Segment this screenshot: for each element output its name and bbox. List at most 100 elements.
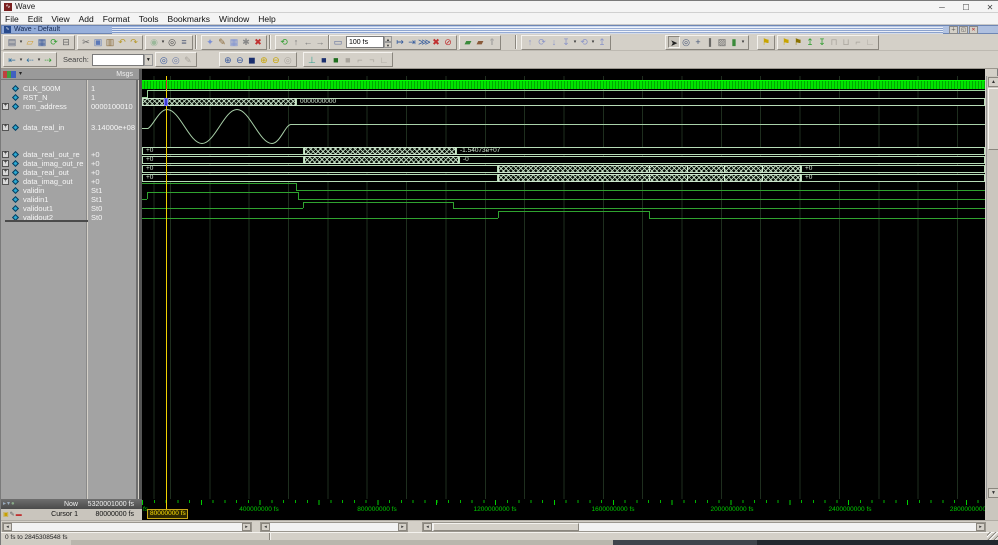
cursor-sync-icon[interactable]: ● (11, 500, 15, 508)
memory-icon[interactable]: ▦ (228, 36, 240, 48)
menu-tools[interactable]: Tools (139, 14, 159, 24)
pane-close-button[interactable]: ✕ (969, 26, 978, 34)
zoom-in-icon[interactable]: ⊕ (222, 54, 234, 66)
expand-icon[interactable]: + (2, 178, 9, 185)
scroll-up-icon[interactable]: ▲ (988, 77, 998, 87)
view-signals-icon[interactable]: ⊥ (306, 54, 318, 66)
wave-vertical-scrollbar[interactable]: ▲ ▼ (986, 76, 998, 499)
paste-icon[interactable]: ▥ (104, 36, 116, 48)
signal-row-clk-500m[interactable]: CLK_500M (1, 84, 86, 93)
run-length-icon[interactable]: ▭ (332, 36, 344, 48)
values-scrollbar[interactable]: ◂ ▸ (260, 522, 408, 532)
re-anchor-icon[interactable]: ⟲ (578, 36, 590, 48)
expand-list-icon[interactable]: ≡ (178, 36, 190, 48)
signal-row-data-imag-out[interactable]: + data_imag_out (1, 177, 86, 186)
end-simulation-icon[interactable]: ✖ (252, 36, 264, 48)
run-length-decrement[interactable]: ▼ (384, 42, 392, 48)
cursor1-row[interactable]: ▣ ✎ ▬ Cursor 1 80000000 fs (1, 509, 142, 520)
edit-testbench-icon[interactable]: ✎ (216, 36, 228, 48)
menu-view[interactable]: View (51, 14, 69, 24)
run-all-icon[interactable]: ⋙ (418, 36, 431, 48)
zoom-out-active-icon[interactable]: ⊖ (270, 54, 282, 66)
scroll-left-icon[interactable]: ◂ (423, 523, 432, 531)
compile-icon[interactable]: ◉ (148, 36, 160, 48)
expand-icon[interactable]: + (2, 151, 9, 158)
copy-icon[interactable]: ▣ (92, 36, 104, 48)
signal-row-data-imag-out-re[interactable]: + data_imag_out_re (1, 159, 86, 168)
stop-icon[interactable]: ✖ (430, 36, 442, 48)
vertical-scroll-thumb[interactable] (988, 88, 998, 150)
zoom-in-active-icon[interactable]: ⊕ (258, 54, 270, 66)
simulate-icon[interactable]: ✦ (204, 36, 216, 48)
goto-prev-icon[interactable]: ⇠ (24, 54, 36, 66)
stability-check-icon[interactable]: ▮ (728, 36, 740, 48)
title-bar[interactable]: ∿ Wave ─ ☐ ✕ (1, 1, 998, 13)
move-down-icon[interactable]: ↓ (548, 36, 560, 48)
find-next-icon[interactable]: ◎ (158, 54, 170, 66)
step-up-icon[interactable]: ↑ (290, 36, 302, 48)
signal-row-rom-address[interactable]: + rom_address (1, 102, 86, 111)
lock-icon[interactable]: ▣ (3, 511, 9, 519)
maximize-button[interactable]: ☐ (961, 3, 971, 12)
signal-names-pane[interactable]: CLK_500M RST_N + rom_address + data_real_i… (1, 80, 125, 499)
signal-row-rst-n[interactable]: RST_N (1, 93, 86, 102)
undo-icon[interactable]: ↶ (116, 36, 128, 48)
menu-file[interactable]: File (5, 14, 19, 24)
new-document-icon[interactable]: ▤ (6, 36, 18, 48)
flag-prev-icon[interactable]: ⚑ (792, 36, 804, 48)
open-icon[interactable]: ▱ (24, 36, 36, 48)
flag-next-icon[interactable]: ⚑ (780, 36, 792, 48)
wave-scrollbar[interactable]: ◂ ▸ (422, 522, 986, 532)
pane-undock-button[interactable]: ◱ (959, 26, 968, 34)
append-signal-icon[interactable]: ↧ (816, 36, 828, 48)
view-memory-icon[interactable]: ■ (330, 54, 342, 66)
step-forward-icon[interactable]: → (314, 36, 326, 48)
reload-wave-icon[interactable]: ⟳ (536, 36, 548, 48)
pane-title-bar[interactable]: ∿ Wave - Default ＋ ◱ ✕ (1, 25, 998, 34)
pane-dock-button[interactable]: ＋ (949, 26, 958, 34)
scroll-left-icon[interactable]: ◂ (261, 523, 270, 531)
anchor-up-icon[interactable]: ↥ (596, 36, 608, 48)
search-input[interactable] (91, 53, 144, 66)
find-icon[interactable]: ◎ (166, 36, 178, 48)
expand-icon[interactable]: + (2, 169, 9, 176)
cursor-time-flag[interactable]: 80000000 fs (147, 509, 188, 519)
menu-edit[interactable]: Edit (28, 14, 43, 24)
search-dropdown-icon[interactable]: ▼ (143, 53, 153, 66)
redo-icon[interactable]: ↷ (128, 36, 140, 48)
signal-row-data-real-in[interactable]: + data_real_in (1, 123, 86, 132)
edit-mode-icon[interactable]: ▨ (716, 36, 728, 48)
cursor-pair-icon[interactable]: ∥ (704, 36, 716, 48)
signal-row-validin[interactable]: validin (1, 186, 86, 195)
menu-bookmarks[interactable]: Bookmarks (168, 14, 211, 24)
cursor-options-icon[interactable]: ▾ (7, 500, 10, 508)
scroll-left-icon[interactable]: ◂ (3, 523, 12, 531)
wave-scroll-thumb[interactable] (433, 523, 579, 531)
wave-cursor-line[interactable] (166, 76, 167, 499)
step-back-icon[interactable]: ← (302, 36, 314, 48)
find-prev-icon[interactable]: ◎ (170, 54, 182, 66)
close-button[interactable]: ✕ (985, 3, 995, 12)
print-icon[interactable]: ⊟ (60, 36, 72, 48)
reload-icon[interactable]: ⟳ (48, 36, 60, 48)
zoom-mode-icon[interactable]: ◎ (680, 36, 692, 48)
pane-drag-stripes[interactable] (112, 27, 943, 34)
scroll-down-icon[interactable]: ▼ (988, 488, 998, 498)
run-length-input[interactable] (346, 36, 384, 48)
remove-cursor-icon[interactable]: ▬ (16, 511, 22, 519)
coverage-icon[interactable]: ▰ (474, 36, 486, 48)
anchor-down-icon[interactable]: ↧ (560, 36, 572, 48)
profile-icon[interactable]: ▰ (462, 36, 474, 48)
expand-icon[interactable]: + (2, 160, 9, 167)
options-gear-icon[interactable]: ✱ (240, 36, 252, 48)
goto-active-icon[interactable]: ⇢ (42, 54, 54, 66)
signal-row-data-real-out[interactable]: + data_real_out (1, 168, 86, 177)
add-flag-icon[interactable]: ⚑ (760, 36, 772, 48)
menu-add[interactable]: Add (79, 14, 94, 24)
signal-row-data-real-out-re[interactable]: + data_real_out_re (1, 150, 86, 159)
names-scrollbar[interactable]: ◂ ▸ (2, 522, 252, 532)
minimize-button[interactable]: ─ (937, 3, 947, 12)
pan-mode-icon[interactable]: + (692, 36, 704, 48)
column-layout-icon[interactable] (3, 71, 16, 78)
signal-row-validout1[interactable]: validout1 (1, 204, 86, 213)
